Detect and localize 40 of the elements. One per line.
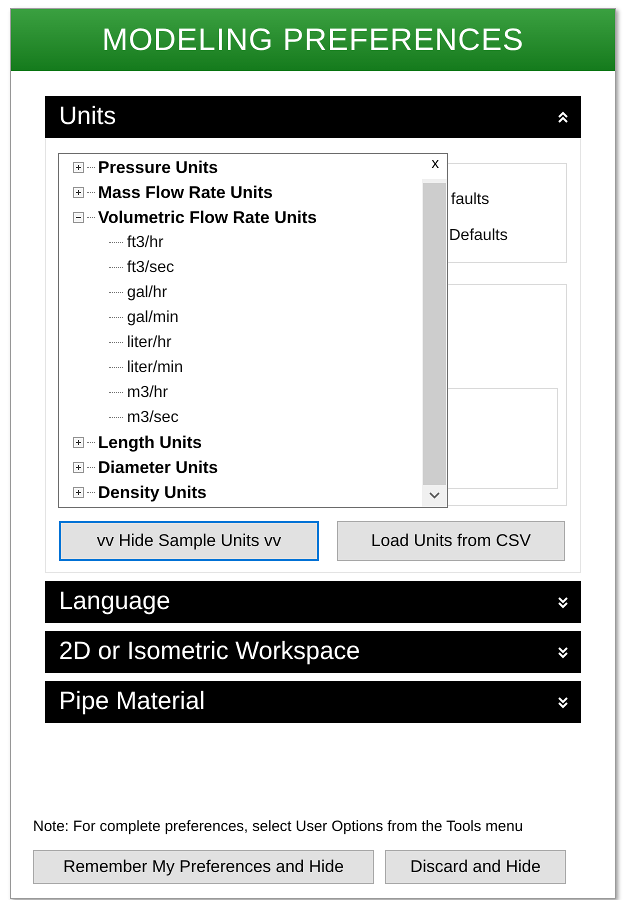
tree-leaf[interactable]: ft3/sec	[127, 256, 174, 280]
tree-node[interactable]: Density Units	[98, 480, 207, 506]
tree-node[interactable]: Pressure Units	[98, 154, 218, 180]
expand-icon	[557, 646, 569, 658]
expand-node-icon[interactable]	[73, 462, 84, 473]
hide-units-button[interactable]: vv Hide Sample Units vv	[59, 521, 319, 561]
expand-icon	[557, 696, 569, 708]
expand-node-icon[interactable]	[73, 487, 84, 498]
section-header[interactable]: Pipe Material	[45, 681, 581, 723]
expand-node-icon[interactable]	[73, 187, 84, 198]
scroll-down-icon[interactable]	[429, 492, 440, 499]
remember-button[interactable]: Remember My Preferences and Hide	[33, 850, 374, 884]
tree-leaf[interactable]: ft3/hr	[127, 230, 164, 254]
load-csv-button[interactable]: Load Units from CSV	[337, 521, 565, 561]
tree-leaf[interactable]: liter/hr	[127, 330, 172, 354]
section-header[interactable]: 2D or Isometric Workspace	[45, 631, 581, 673]
expand-icon	[557, 596, 569, 608]
scrollbar[interactable]	[422, 179, 447, 507]
tree-node[interactable]: Diameter Units	[98, 454, 218, 480]
tree-leaf[interactable]: gal/hr	[127, 280, 168, 304]
collapse-node-icon[interactable]	[73, 212, 84, 223]
tree-node[interactable]: Length Units	[98, 430, 202, 456]
tree-leaf[interactable]: gal/min	[127, 306, 179, 330]
discard-button[interactable]: Discard and Hide	[385, 850, 566, 884]
radio-label: faults	[450, 190, 490, 210]
collapse-icon	[557, 110, 569, 124]
tree-node[interactable]: Mass Flow Rate Units	[98, 180, 273, 206]
tree-leaf[interactable]: m3/hr	[127, 380, 168, 404]
scrollbar-thumb[interactable]	[423, 183, 446, 485]
tree-leaf[interactable]: liter/min	[127, 356, 184, 380]
tree-node[interactable]: Volumetric Flow Rate Units	[98, 204, 317, 230]
expand-node-icon[interactable]	[73, 162, 84, 173]
note-text: Note: For complete preferences, select User Options from the Tools menu	[33, 816, 524, 836]
tree-leaf[interactable]: m3/sec	[127, 406, 179, 430]
expand-node-icon[interactable]	[73, 437, 84, 448]
window-title: MODELING PREFERENCES	[102, 20, 524, 59]
section-header[interactable]: Units	[45, 96, 581, 138]
section-header[interactable]: Language	[45, 581, 581, 623]
close-button[interactable]: x	[432, 154, 439, 174]
radio-label: Defaults	[449, 226, 509, 246]
